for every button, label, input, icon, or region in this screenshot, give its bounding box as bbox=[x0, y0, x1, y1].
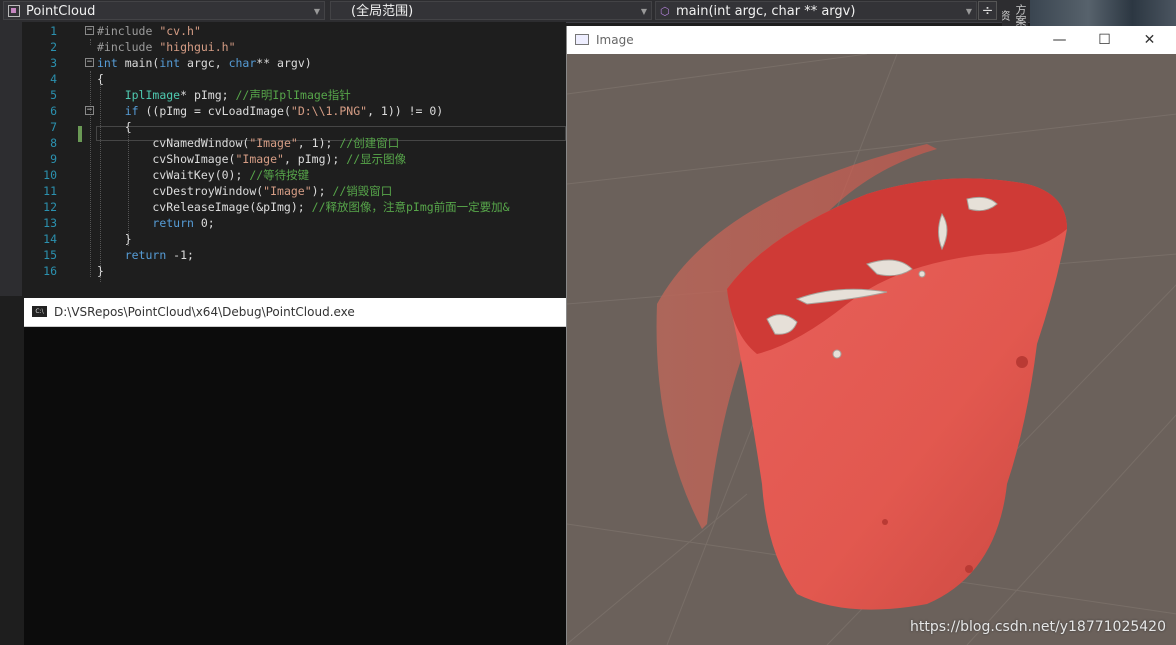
code-line[interactable]: 14 } bbox=[0, 231, 566, 247]
member-label: main(int argc, char ** argv) bbox=[676, 4, 856, 19]
line-number: 16 bbox=[43, 264, 57, 278]
code-text: #include "highgui.h" bbox=[97, 40, 236, 54]
line-number: 1 bbox=[50, 24, 57, 38]
project-dropdown[interactable]: PointCloud ▼ bbox=[3, 1, 325, 20]
image-window-titlebar[interactable]: Image — ☐ ✕ bbox=[567, 26, 1176, 54]
code-line[interactable]: 6 − if ((pImg = cvLoadImage("D:\\1.PNG", … bbox=[0, 103, 566, 119]
watermark: https://blog.csdn.net/y18771025420 bbox=[909, 619, 1166, 635]
navigation-bar: PointCloud ▼ (全局范围) ▼ ⬡ main(int argc, c… bbox=[0, 0, 1030, 23]
code-line[interactable]: 15 return -1; bbox=[0, 247, 566, 263]
code-text: { bbox=[97, 120, 132, 134]
line-number: 4 bbox=[50, 72, 57, 86]
rendered-image bbox=[567, 54, 1176, 645]
code-line[interactable]: 12 cvReleaseImage(&pImg); //释放图像，注意pImg前… bbox=[0, 199, 566, 215]
code-line[interactable]: 8 cvNamedWindow("Image", 1); //创建窗口 bbox=[0, 135, 566, 151]
code-text: { bbox=[97, 72, 104, 86]
fold-toggle-icon[interactable]: − bbox=[85, 26, 94, 35]
fold-toggle-icon[interactable]: − bbox=[85, 106, 94, 115]
project-icon bbox=[8, 5, 20, 17]
line-number: 13 bbox=[43, 216, 57, 230]
chevron-down-icon: ▼ bbox=[640, 7, 647, 16]
code-text: cvDestroyWindow("Image"); //销毁窗口 bbox=[97, 184, 393, 198]
console-icon: C:\ bbox=[32, 306, 47, 317]
fold-toggle-icon[interactable]: − bbox=[85, 58, 94, 67]
code-text: #include "cv.h" bbox=[97, 24, 201, 38]
code-line[interactable]: 9 cvShowImage("Image", pImg); //显示图像 bbox=[0, 151, 566, 167]
scope-label: (全局范围) bbox=[351, 4, 414, 19]
line-number: 10 bbox=[43, 168, 57, 182]
volume-rendering bbox=[567, 54, 1176, 645]
line-number: 5 bbox=[50, 88, 57, 102]
desktop-background bbox=[1030, 0, 1176, 26]
code-line[interactable]: 4{ bbox=[0, 71, 566, 87]
line-number: 6 bbox=[50, 104, 57, 118]
code-text: cvReleaseImage(&pImg); //释放图像，注意pImg前面一定… bbox=[97, 200, 510, 214]
code-text: return -1; bbox=[124, 248, 194, 262]
code-text: int main(int argc, char** argv) bbox=[97, 56, 312, 70]
code-text: cvNamedWindow("Image", 1); //创建窗口 bbox=[97, 136, 400, 150]
split-editor-button[interactable]: ÷ bbox=[978, 1, 997, 20]
code-line[interactable]: 1 − #include "cv.h" bbox=[0, 23, 566, 39]
code-text: } bbox=[97, 232, 132, 246]
line-number: 11 bbox=[43, 184, 57, 198]
line-number: 9 bbox=[50, 152, 57, 166]
code-text: } bbox=[97, 264, 104, 278]
console-titlebar[interactable]: C:\ D:\VSRepos\PointCloud\x64\Debug\Poin… bbox=[24, 298, 566, 327]
code-line[interactable]: 7 { bbox=[0, 119, 566, 135]
project-label: PointCloud bbox=[26, 4, 96, 19]
code-line[interactable]: 10 cvWaitKey(0); //等待按键 bbox=[0, 167, 566, 183]
line-number: 8 bbox=[50, 136, 57, 150]
code-text: if ((pImg = cvLoadImage("D:\\1.PNG", 1))… bbox=[124, 104, 444, 118]
line-number: 12 bbox=[43, 200, 57, 214]
scope-dropdown[interactable]: (全局范围) ▼ bbox=[330, 1, 652, 20]
image-window-title: Image bbox=[596, 33, 634, 47]
line-number: 15 bbox=[43, 248, 57, 262]
line-number: 2 bbox=[50, 40, 57, 54]
window-icon bbox=[575, 34, 589, 45]
maximize-button[interactable]: ☐ bbox=[1082, 26, 1127, 54]
close-button[interactable]: ✕ bbox=[1127, 26, 1172, 54]
code-line[interactable]: 11 cvDestroyWindow("Image"); //销毁窗口 bbox=[0, 183, 566, 199]
code-text: IplImage* pImg; //声明IplImage指针 bbox=[124, 88, 351, 102]
code-line[interactable]: 3 − int main(int argc, char** argv) bbox=[0, 55, 566, 71]
code-line[interactable]: 16} bbox=[0, 263, 566, 279]
code-editor[interactable]: 1− #include "cv.h" 2 #include "highgui.h" 3−… bbox=[0, 22, 566, 296]
code-line[interactable]: 13 return 0; bbox=[0, 215, 566, 231]
line-number: 14 bbox=[43, 232, 57, 246]
minimize-button[interactable]: — bbox=[1037, 26, 1082, 54]
code-line[interactable]: 2 #include "highgui.h" bbox=[0, 39, 566, 55]
code-text: return 0; bbox=[152, 216, 215, 230]
console-title: D:\VSRepos\PointCloud\x64\Debug\PointClo… bbox=[54, 305, 355, 319]
line-number: 7 bbox=[50, 120, 57, 134]
method-icon: ⬡ bbox=[660, 5, 670, 18]
chevron-down-icon: ▼ bbox=[313, 7, 320, 16]
image-window[interactable]: Image — ☐ ✕ https://blog.csdn.net/y18771… bbox=[566, 26, 1176, 645]
code-text: cvWaitKey(0); //等待按键 bbox=[97, 168, 310, 182]
line-number: 3 bbox=[50, 56, 57, 70]
console-window[interactable]: C:\ D:\VSRepos\PointCloud\x64\Debug\Poin… bbox=[24, 298, 566, 645]
chevron-down-icon: ▼ bbox=[965, 7, 972, 16]
member-dropdown[interactable]: ⬡ main(int argc, char ** argv) ▼ bbox=[655, 1, 977, 20]
code-text: cvShowImage("Image", pImg); //显示图像 bbox=[97, 152, 407, 166]
code-line[interactable]: 5 IplImage* pImg; //声明IplImage指针 bbox=[0, 87, 566, 103]
